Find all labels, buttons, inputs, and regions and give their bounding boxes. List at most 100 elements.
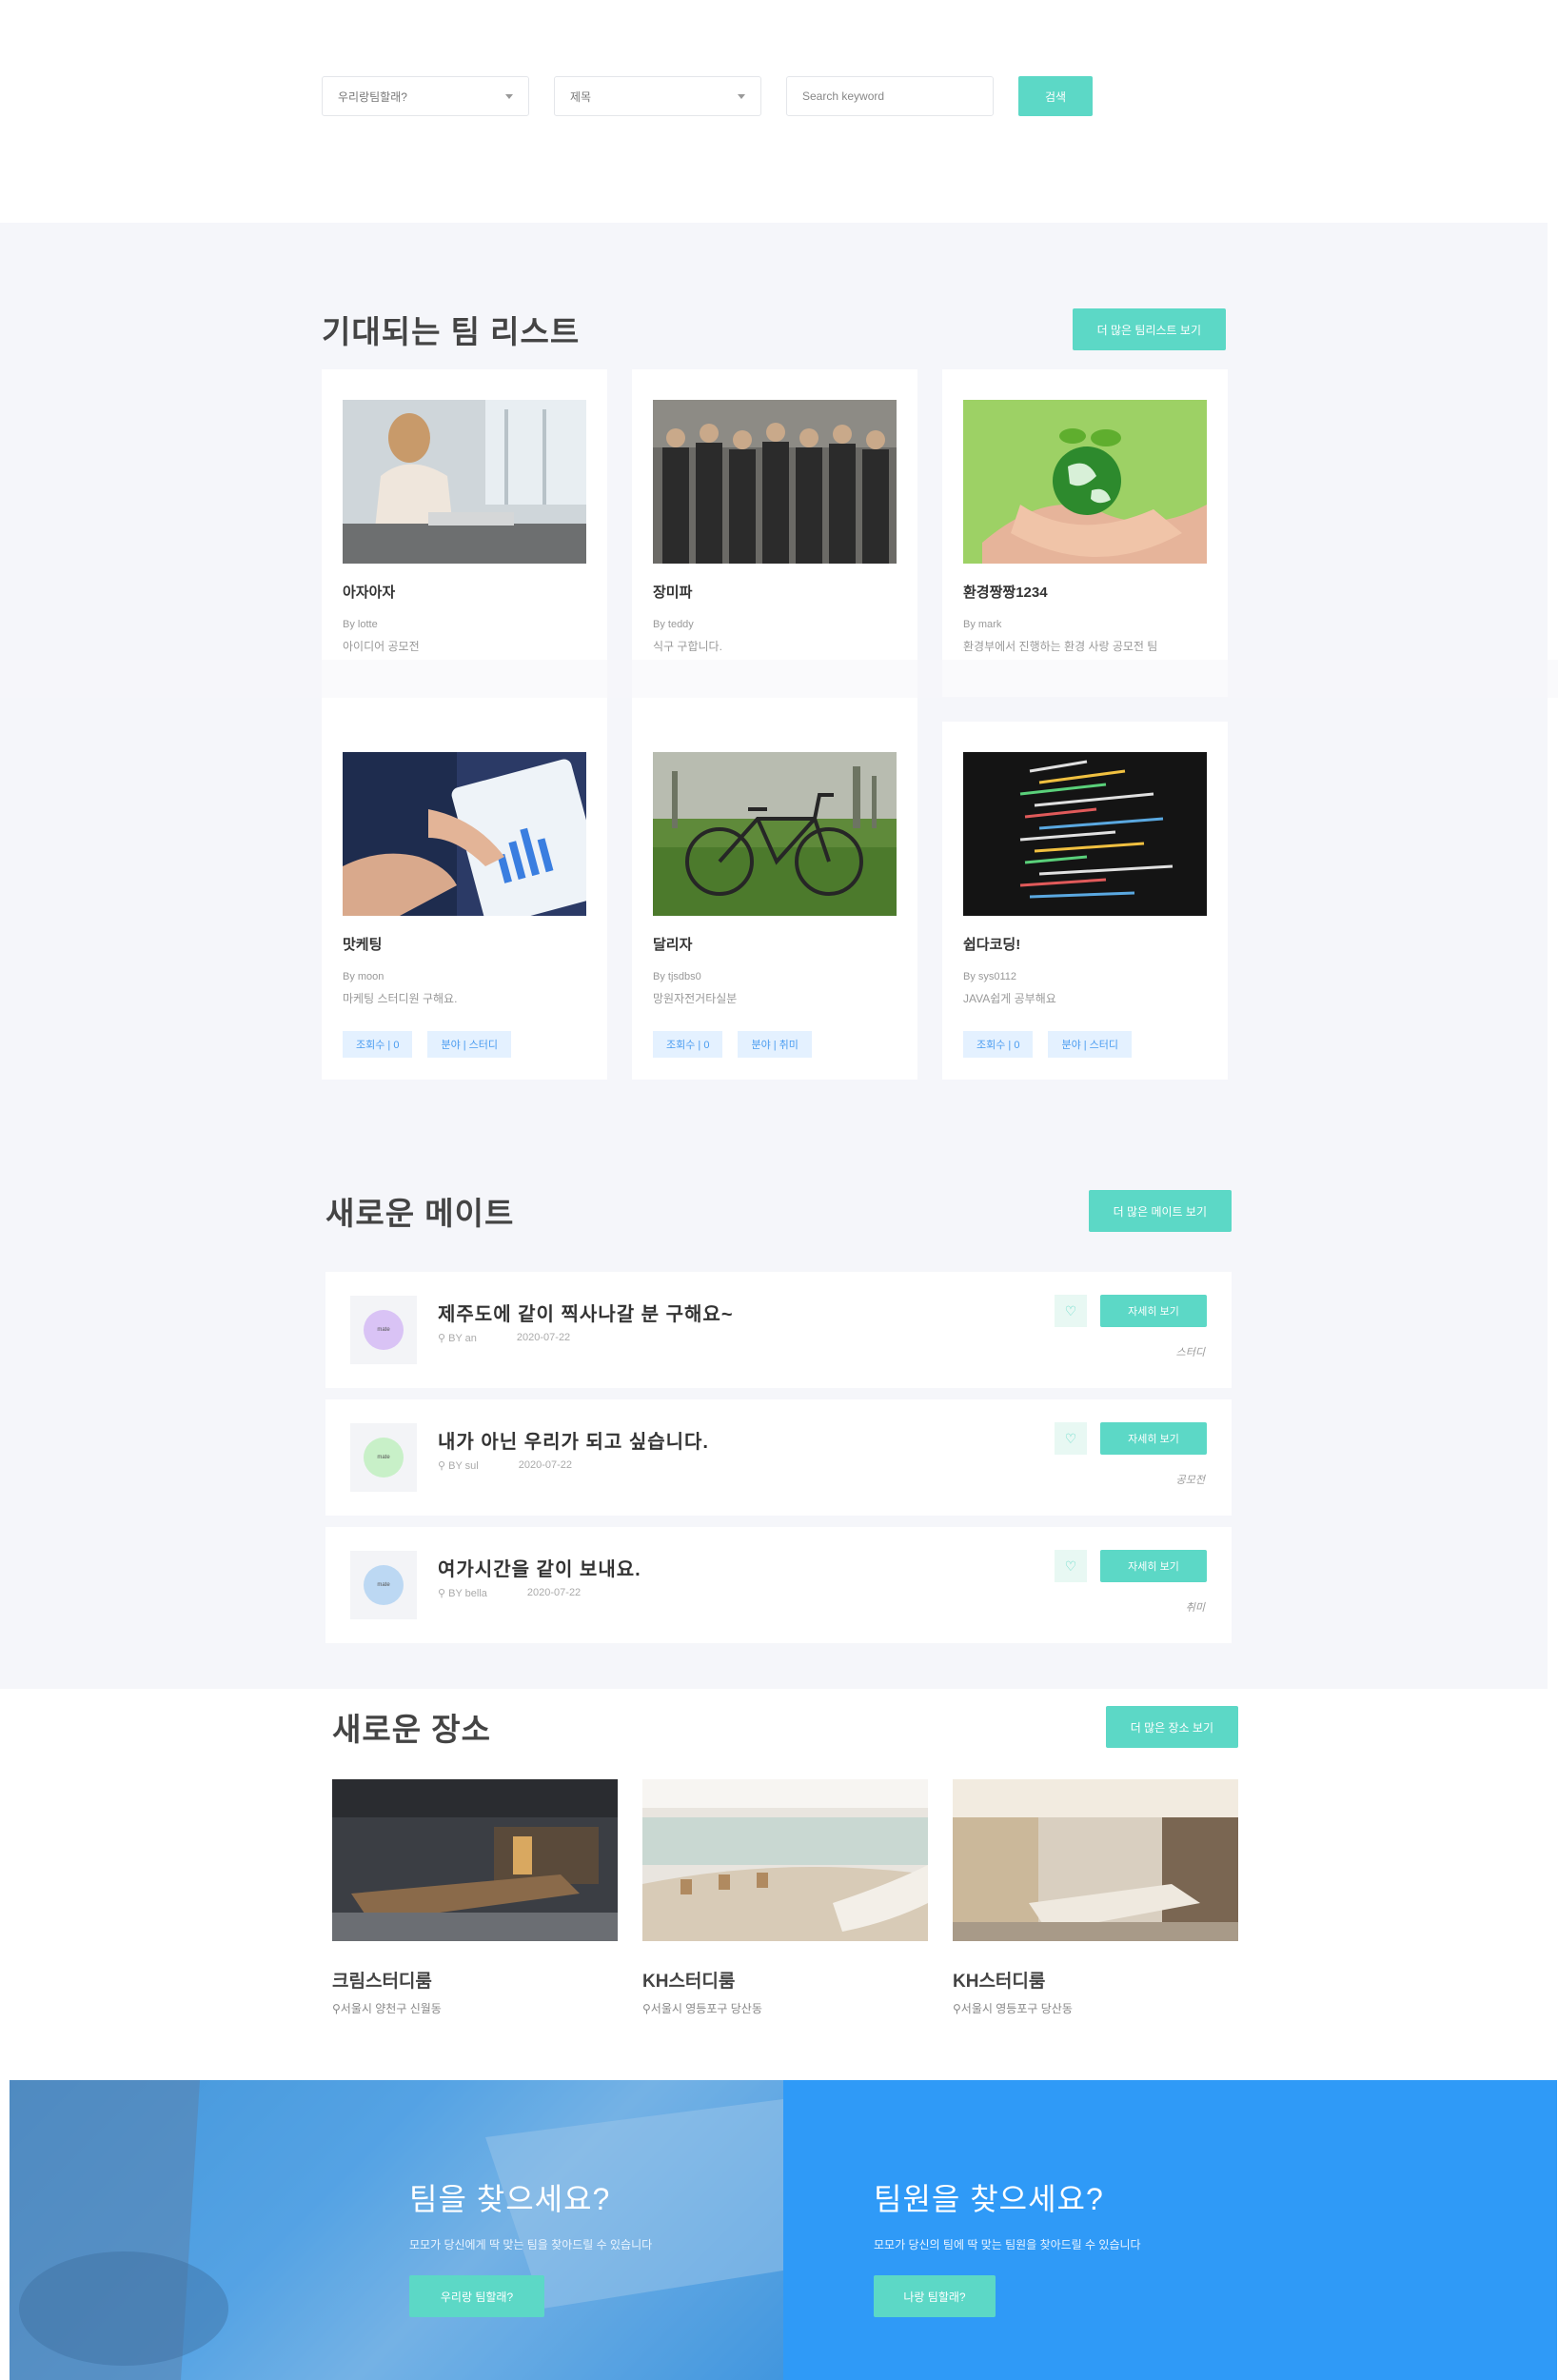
team-tags: 조회수 | 0 분야 | 스터디 [963, 1031, 1207, 1058]
team-name: 아자아자 [343, 585, 396, 601]
team-name: 달리자 [653, 937, 693, 953]
team-name: 쉽다코딩! [963, 937, 1021, 953]
mate-list-item[interactable]: mate 제주도에 같이 찍사나갈 분 구해요~ ⚲ BY an 2020-07… [325, 1272, 1232, 1388]
team-thumbnail [653, 752, 897, 916]
place-name: 크림스터디룸 [332, 1972, 432, 1992]
team-thumbnail [963, 752, 1207, 916]
heart-icon[interactable]: ♡ [1055, 1422, 1087, 1455]
location-pin-icon: ⚲ [438, 1460, 446, 1472]
mate-author: ⚲ BY bella [438, 1588, 487, 1599]
team-author: By moon [343, 971, 385, 982]
search-button[interactable]: 검색 [1018, 76, 1093, 116]
location-pin-icon: ⚲ [642, 2002, 651, 2015]
avatar-frame: mate [350, 1296, 417, 1364]
team-description: 아이디어 공모전 [343, 640, 420, 653]
team-card[interactable]: 맛케팅 By moon 마케팅 스터디원 구해요. 조회수 | 0 분야 | 스… [322, 722, 607, 1080]
team-author: By lotte [343, 619, 378, 630]
more-places-button[interactable]: 더 많은 장소 보기 [1105, 1706, 1238, 1748]
mate-date: 2020-07-22 [526, 1587, 582, 1598]
place-address: ⚲서울시 양천구 신월동 [332, 2002, 442, 2015]
search-field-select-value: 제목 [570, 89, 592, 104]
team-name: 맛케팅 [343, 937, 383, 953]
more-teams-button[interactable]: 더 많은 팀리스트 보기 [1072, 308, 1226, 350]
mate-list-item[interactable]: mate 내가 아닌 우리가 되고 싶습니다. ⚲ BY sul 2020-07… [325, 1399, 1232, 1516]
team-card-row-2: 맛케팅 By moon 마케팅 스터디원 구해요. 조회수 | 0 분야 | 스… [322, 722, 1228, 1080]
find-member-panel: 팀원을 찾으세요? 모모가 당신의 팀에 딱 맞는 팀원을 찾아드릴 수 있습니… [783, 2080, 1557, 2380]
field-tag: 분야 | 취미 [738, 1031, 812, 1058]
team-author: By mark [963, 619, 1002, 630]
mate-category: 취미 [1185, 1602, 1205, 1614]
team-card[interactable]: 환경짱짱1234 By mark 환경부에서 진행하는 환경 사랑 공모전 팀 [942, 369, 1228, 697]
mate-title: 여가시간을 같이 보내요. [438, 1559, 641, 1580]
place-address: ⚲서울시 영등포구 당산동 [953, 2002, 1073, 2015]
team-author: By tjsdbs0 [653, 971, 701, 982]
detail-button[interactable]: 자세히 보기 [1100, 1295, 1207, 1327]
team-description: 식구 구합니다. [653, 640, 722, 653]
team-thumbnail [343, 752, 605, 926]
heart-icon[interactable]: ♡ [1055, 1295, 1087, 1327]
team-tags: 조회수 | 0 분야 | 스터디 [343, 1031, 586, 1058]
mate-title: 제주도에 같이 찍사나갈 분 구해요~ [438, 1304, 734, 1325]
team-section-title: 기대되는 팀 리스트 [322, 314, 581, 349]
views-tag: 조회수 | 0 [963, 1031, 1034, 1058]
find-member-title: 팀원을 찾으세요? [874, 2182, 1104, 2216]
detail-button[interactable]: 자세히 보기 [1100, 1550, 1207, 1582]
search-field-select[interactable]: 제목 [554, 76, 761, 116]
team-type-select[interactable]: 우리랑팀할래? [322, 76, 529, 116]
mate-date: 2020-07-22 [516, 1332, 571, 1343]
team-thumbnail [653, 400, 897, 564]
heart-icon[interactable]: ♡ [1055, 1550, 1087, 1582]
place-card[interactable]: 크림스터디룸 ⚲서울시 양천구 신월동 [332, 1779, 618, 2016]
team-description: JAVA쉽게 공부해요 [963, 992, 1056, 1005]
views-tag: 조회수 | 0 [343, 1031, 413, 1058]
mate-date: 2020-07-22 [518, 1459, 572, 1471]
place-list: 크림스터디룸 ⚲서울시 양천구 신월동 KH스터디룸 ⚲서울시 영등포구 당산동… [332, 1779, 1238, 2016]
section-overlay [0, 660, 1558, 698]
team-description: 마케팅 스터디원 구해요. [343, 992, 458, 1005]
location-pin-icon: ⚲ [438, 1333, 446, 1344]
place-thumbnail [953, 1779, 1238, 1941]
team-card[interactable]: 달리자 By tjsdbs0 망원자전거타실분 조회수 | 0 분야 | 취미 [632, 722, 917, 1080]
place-card[interactable]: KH스터디룸 ⚲서울시 영등포구 당산동 [953, 1779, 1238, 2016]
avatar: mate [364, 1565, 404, 1605]
cta-banner: 팀을 찾으세요? 모모가 당신에게 딱 맞는 팀을 찾아드릴 수 있습니다 우리… [10, 2080, 1557, 2380]
avatar: mate [364, 1438, 404, 1478]
chevron-down-icon [738, 93, 745, 99]
find-team-subtitle: 모모가 당신에게 딱 맞는 팀을 찾아드릴 수 있습니다 [409, 2238, 653, 2251]
find-team-button[interactable]: 우리랑 팀할래? [409, 2275, 544, 2317]
mate-author: ⚲ BY sul [438, 1460, 479, 1472]
team-section-header: 기대되는 팀 리스트 더 많은 팀리스트 보기 [322, 307, 1226, 352]
avatar-frame: mate [350, 1551, 417, 1619]
place-section-header: 새로운 장소 더 많은 장소 보기 [332, 1704, 1238, 1750]
place-card[interactable]: KH스터디룸 ⚲서울시 영등포구 당산동 [642, 1779, 928, 2016]
find-member-button[interactable]: 나랑 팀할래? [874, 2275, 996, 2317]
team-tags: 조회수 | 0 분야 | 취미 [653, 1031, 897, 1058]
place-name: KH스터디룸 [953, 1972, 1046, 1992]
more-mates-button[interactable]: 더 많은 메이트 보기 [1088, 1190, 1232, 1232]
team-thumbnail [963, 400, 1207, 564]
avatar: mate [364, 1310, 404, 1350]
avatar-frame: mate [350, 1423, 417, 1492]
search-input[interactable] [786, 76, 994, 116]
mate-list-item[interactable]: mate 여가시간을 같이 보내요. ⚲ BY bella 2020-07-22… [325, 1527, 1232, 1643]
mate-section-header: 새로운 메이트 더 많은 메이트 보기 [325, 1188, 1232, 1234]
mate-section-title: 새로운 메이트 [325, 1196, 515, 1231]
mate-list: mate 제주도에 같이 찍사나갈 분 구해요~ ⚲ BY an 2020-07… [325, 1272, 1232, 1643]
location-pin-icon: ⚲ [332, 2002, 341, 2015]
team-author: By teddy [653, 619, 694, 630]
team-author: By sys0112 [963, 971, 1017, 982]
detail-button[interactable]: 자세히 보기 [1100, 1422, 1207, 1455]
team-description: 환경부에서 진행하는 환경 사랑 공모전 팀 [963, 640, 1158, 653]
field-tag: 분야 | 스터디 [1048, 1031, 1133, 1058]
team-type-select-value: 우리랑팀할래? [338, 89, 407, 104]
chevron-down-icon [505, 93, 513, 99]
team-description: 망원자전거타실분 [653, 992, 738, 1005]
team-card[interactable]: 쉽다코딩! By sys0112 JAVA쉽게 공부해요 조회수 | 0 분야 … [942, 722, 1228, 1080]
background-photo [10, 2080, 783, 2380]
location-pin-icon: ⚲ [438, 1588, 446, 1599]
team-thumbnail [343, 400, 586, 564]
views-tag: 조회수 | 0 [653, 1031, 723, 1058]
team-name: 장미파 [653, 585, 693, 601]
band-edge [1548, 223, 1558, 1689]
place-section-title: 새로운 장소 [332, 1712, 491, 1747]
